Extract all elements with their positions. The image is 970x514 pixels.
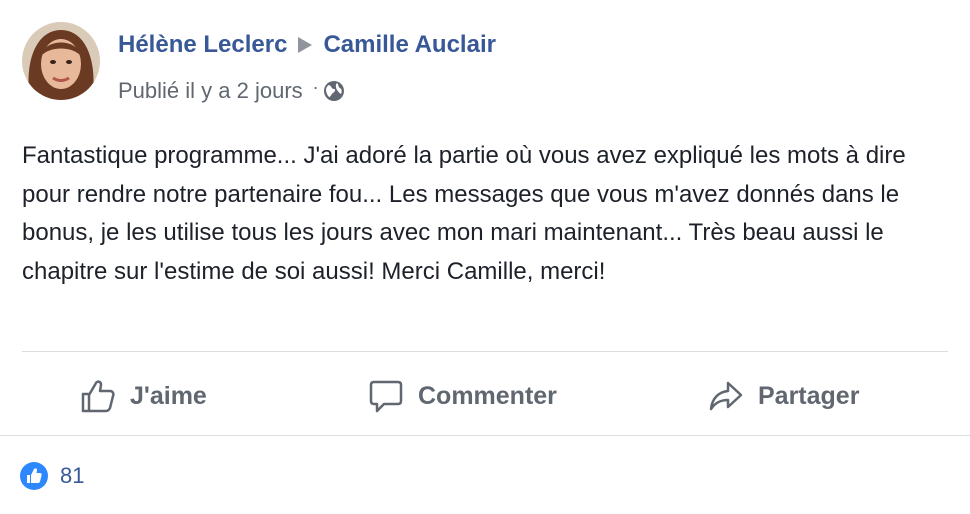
triangle-right-icon bbox=[297, 36, 313, 54]
comment-icon bbox=[369, 380, 403, 413]
reaction-count: 81 bbox=[60, 463, 85, 488]
post-text: Fantastique programme... J'ai adoré la p… bbox=[22, 142, 906, 285]
avatar-image bbox=[22, 22, 100, 100]
globe-icon[interactable] bbox=[323, 80, 345, 102]
comment-label: Commenter bbox=[418, 381, 557, 410]
action-bar: J'aime Commenter Partager bbox=[22, 367, 948, 425]
meta-separator: · bbox=[312, 77, 319, 97]
like-label: J'aime bbox=[130, 381, 207, 410]
avatar[interactable] bbox=[22, 22, 100, 100]
target-name-link[interactable]: Camille Auclair bbox=[323, 31, 496, 59]
divider-top bbox=[22, 351, 948, 352]
share-label: Partager bbox=[758, 381, 860, 410]
like-button[interactable]: J'aime bbox=[80, 367, 207, 425]
divider-bottom bbox=[0, 435, 970, 436]
thumbs-up-icon bbox=[81, 380, 115, 413]
post-timestamp[interactable]: Publié il y a 2 jours bbox=[118, 78, 303, 104]
post-meta: Publié il y a 2 jours · bbox=[118, 76, 345, 106]
post-header-names: Hélène Leclerc Camille Auclair bbox=[118, 30, 496, 60]
like-reaction-icon bbox=[20, 462, 48, 490]
comment-button[interactable]: Commenter bbox=[368, 367, 557, 425]
reaction-summary[interactable]: 81 bbox=[20, 461, 84, 491]
share-icon bbox=[709, 381, 743, 411]
author-name-link[interactable]: Hélène Leclerc bbox=[118, 31, 287, 59]
share-button[interactable]: Partager bbox=[708, 367, 859, 425]
